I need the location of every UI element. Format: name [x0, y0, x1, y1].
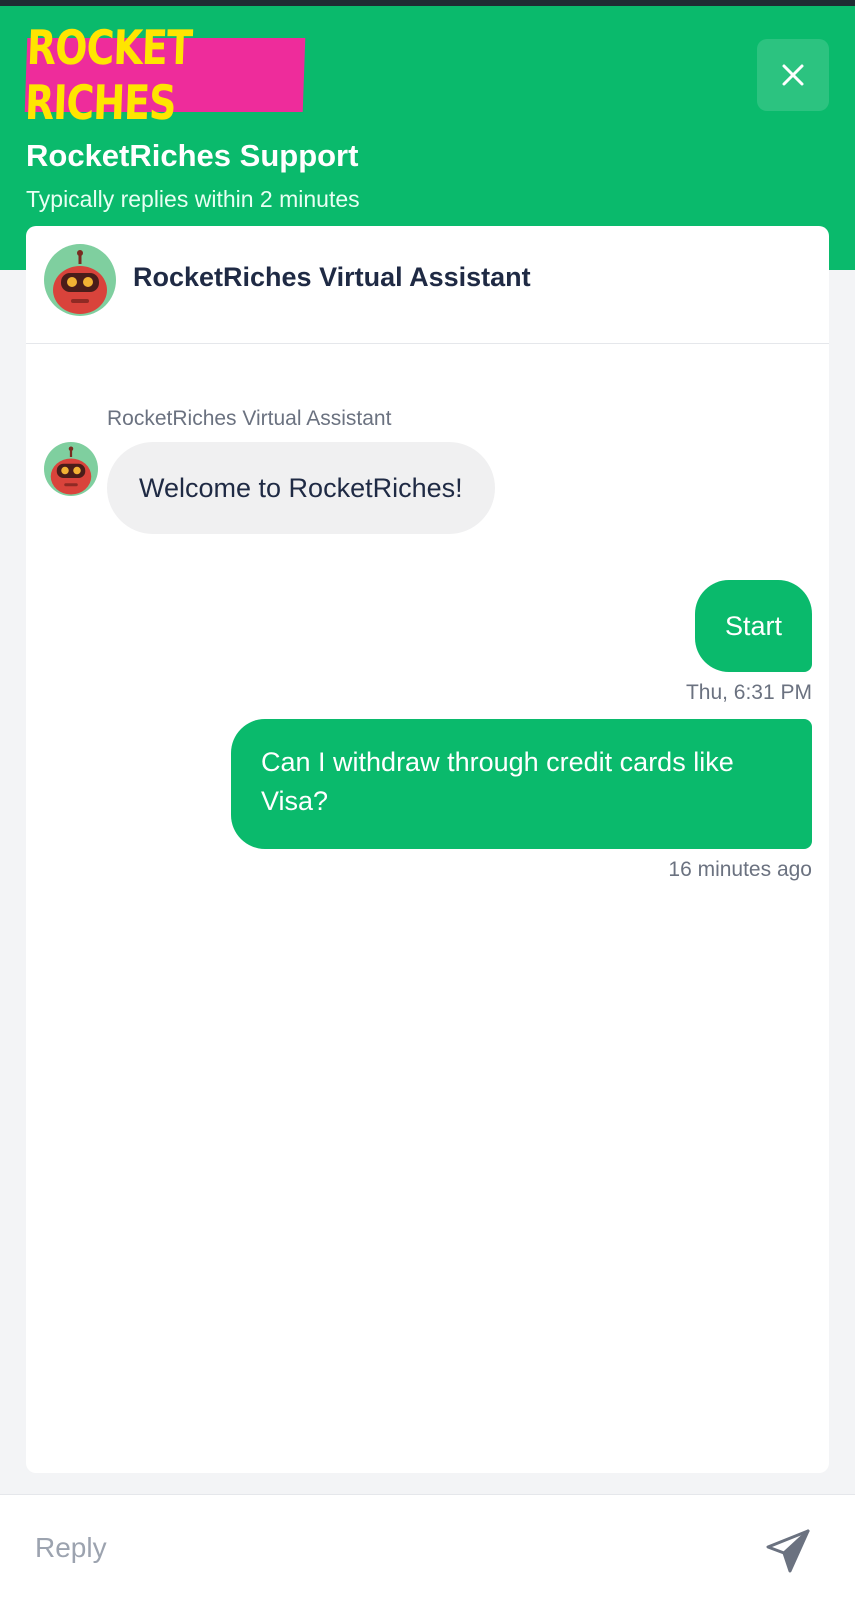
support-title: RocketRiches Support [26, 138, 359, 173]
agent-header: RocketRiches Virtual Assistant [26, 226, 829, 344]
send-icon[interactable] [764, 1527, 812, 1575]
user-message-bubble: Start [694, 580, 812, 672]
close-icon [782, 64, 804, 86]
reply-composer [0, 1494, 855, 1601]
rocketriches-logo: ROCKET RICHES [24, 20, 306, 130]
reply-input[interactable] [22, 1513, 748, 1583]
robot-avatar-icon [44, 244, 116, 316]
robot-avatar-icon [44, 442, 98, 496]
user-message-bubble: Can I withdraw through credit cards like… [231, 719, 812, 849]
conversation-panel: RocketRiches Virtual Assistant RocketRic… [26, 226, 829, 1473]
logo-text: ROCKET RICHES [24, 20, 193, 130]
close-button[interactable] [757, 39, 829, 111]
message-sender-label: RocketRiches Virtual Assistant [107, 407, 392, 430]
message-timestamp: Thu, 6:31 PM [685, 681, 812, 704]
agent-name: RocketRiches Virtual Assistant [133, 262, 531, 292]
reply-time-subtitle: Typically replies within 2 minutes [26, 186, 360, 212]
agent-message-bubble: Welcome to RocketRiches! [107, 442, 495, 534]
message-timestamp: 16 minutes ago [668, 858, 812, 881]
